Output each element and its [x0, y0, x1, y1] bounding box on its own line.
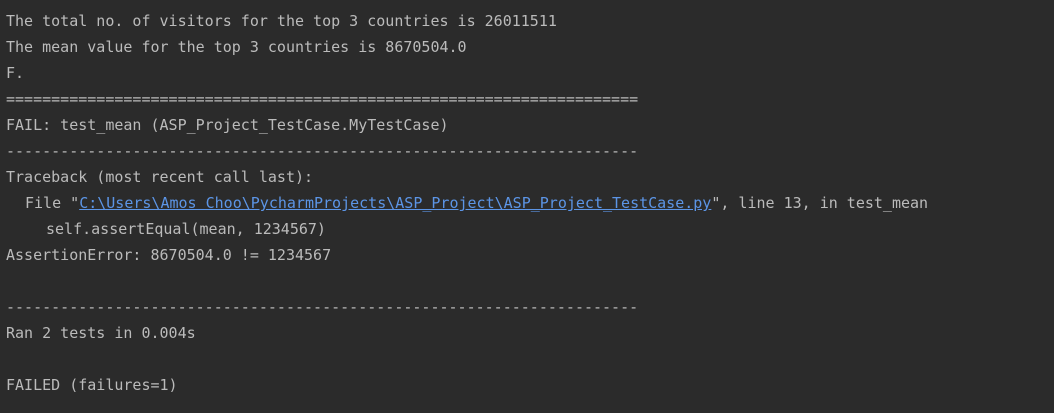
separator-single: ----------------------------------------…: [6, 142, 639, 160]
traceback-file-line: File "C:\Users\Amos Choo\PycharmProjects…: [6, 190, 1054, 216]
traceback-file-suffix: ", line 13, in test_mean: [711, 194, 929, 212]
traceback-code-line: self.assertEqual(mean, 1234567): [46, 220, 326, 238]
test-result-line: FAILED (failures=1): [6, 376, 178, 394]
output-line-mean-value: The mean value for the top 3 countries i…: [6, 38, 467, 56]
traceback-file-link[interactable]: C:\Users\Amos Choo\PycharmProjects\ASP_P…: [79, 194, 711, 212]
assertion-error-line: AssertionError: 8670504.0 != 1234567: [6, 246, 332, 264]
separator-single-2: ----------------------------------------…: [6, 298, 639, 316]
output-line-total-visitors: The total no. of visitors for the top 3 …: [6, 12, 557, 30]
ran-tests-line: Ran 2 tests in 0.004s: [6, 324, 196, 342]
output-line-test-progress: F.: [6, 64, 25, 82]
traceback-file-prefix: File ": [25, 194, 80, 212]
run-console-output: The total no. of visitors for the top 3 …: [0, 0, 1054, 413]
traceback-header: Traceback (most recent call last):: [6, 168, 314, 186]
fail-header: FAIL: test_mean (ASP_Project_TestCase.My…: [6, 116, 449, 134]
separator-double: ========================================…: [6, 90, 639, 108]
